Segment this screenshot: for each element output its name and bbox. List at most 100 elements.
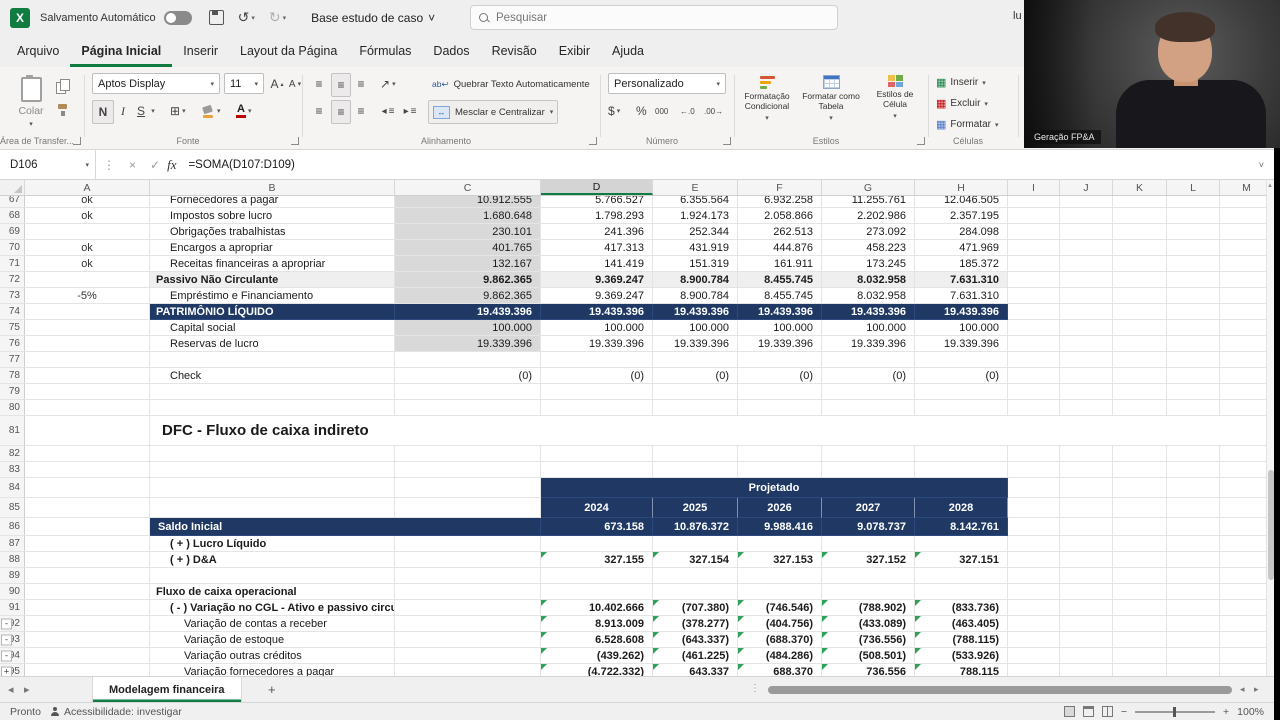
row-header-83[interactable]: 83 <box>0 462 25 478</box>
cell[interactable] <box>1008 632 1060 648</box>
cell[interactable] <box>395 352 541 368</box>
cell[interactable]: 284.098 <box>915 224 1008 240</box>
cell[interactable] <box>653 584 738 600</box>
cell[interactable] <box>25 368 150 384</box>
align-bottom-icon[interactable]: ≡ <box>352 73 370 95</box>
cell[interactable]: -5% <box>25 288 150 304</box>
cell[interactable]: 8.455.745 <box>738 272 822 288</box>
row-header-85[interactable]: 85 <box>0 498 25 518</box>
cell[interactable] <box>653 384 738 400</box>
cell[interactable] <box>1113 288 1167 304</box>
cell[interactable] <box>1167 256 1220 272</box>
cell[interactable]: 141.419 <box>541 256 653 272</box>
cell[interactable] <box>25 518 150 536</box>
column-header-I[interactable]: I <box>1008 180 1060 195</box>
row-header-80[interactable]: 80 <box>0 400 25 416</box>
cell[interactable] <box>395 632 541 648</box>
cell[interactable]: ok <box>25 256 150 272</box>
cell[interactable]: 9.078.737 <box>822 518 915 536</box>
cell[interactable]: (788.902) <box>822 600 915 616</box>
cell[interactable]: 100.000 <box>395 320 541 336</box>
cell[interactable] <box>1167 196 1220 208</box>
cell[interactable] <box>1060 400 1113 416</box>
cell[interactable] <box>541 384 653 400</box>
outline-toggle-icon[interactable]: + <box>1 666 12 676</box>
cell[interactable]: ok <box>25 196 150 208</box>
cell[interactable] <box>25 272 150 288</box>
cell[interactable] <box>738 400 822 416</box>
column-header-A[interactable]: A <box>25 180 150 195</box>
cell[interactable]: PATRIMÔNIO LÍQUIDO <box>150 304 395 320</box>
hscroll-left-icon[interactable]: ◂ <box>1240 684 1245 695</box>
cell[interactable]: 6.932.258 <box>738 196 822 208</box>
currency-button[interactable]: $ ▾ <box>608 100 620 122</box>
cell[interactable]: 262.513 <box>738 224 822 240</box>
row-header-84[interactable]: 84 <box>0 478 25 498</box>
cell[interactable]: 431.919 <box>653 240 738 256</box>
cell[interactable] <box>150 400 395 416</box>
cell[interactable] <box>1008 478 1060 498</box>
cell[interactable] <box>1008 400 1060 416</box>
cell[interactable]: 688.370 <box>738 664 822 676</box>
cell[interactable] <box>1167 616 1220 632</box>
cell[interactable] <box>1008 462 1060 478</box>
cell[interactable] <box>395 568 541 584</box>
cell[interactable] <box>541 536 653 552</box>
cell[interactable]: 19.439.396 <box>395 304 541 320</box>
cell[interactable]: 736.556 <box>822 664 915 676</box>
cell[interactable]: (484.286) <box>738 648 822 664</box>
cell[interactable] <box>25 584 150 600</box>
row-header-75[interactable]: 75 <box>0 320 25 336</box>
name-box[interactable]: D106 ▾ <box>0 150 96 179</box>
document-title[interactable]: Base estudo de caso ˅ <box>311 11 435 25</box>
cell[interactable] <box>1060 632 1113 648</box>
cell[interactable] <box>1060 584 1113 600</box>
row-header-67[interactable]: 67 <box>0 196 25 208</box>
cell[interactable] <box>1113 462 1167 478</box>
cell[interactable]: 19.339.396 <box>738 336 822 352</box>
cell[interactable]: 1.680.648 <box>395 208 541 224</box>
cell[interactable] <box>1060 272 1113 288</box>
cell[interactable] <box>1113 224 1167 240</box>
cell[interactable] <box>25 224 150 240</box>
orientation-button[interactable]: ↗ ▾ <box>380 73 396 95</box>
underline-button[interactable]: S <box>133 100 149 122</box>
cell[interactable] <box>1113 632 1167 648</box>
cell[interactable] <box>1167 288 1220 304</box>
insert-function-icon[interactable]: fx <box>167 157 176 173</box>
cell[interactable]: 2.202.986 <box>822 208 915 224</box>
cell[interactable] <box>1060 616 1113 632</box>
formula-input[interactable]: =SOMA(D107:D109) <box>188 159 294 171</box>
column-header-H[interactable]: H <box>915 180 1008 195</box>
cell[interactable]: 173.245 <box>822 256 915 272</box>
cell[interactable]: (0) <box>822 368 915 384</box>
cell[interactable] <box>395 536 541 552</box>
thousands-button[interactable]: 000 <box>655 100 668 122</box>
row-header-87[interactable]: 87 <box>0 536 25 552</box>
cell[interactable] <box>1008 518 1060 536</box>
cell[interactable] <box>1167 368 1220 384</box>
cell[interactable]: 100.000 <box>541 320 653 336</box>
cell[interactable] <box>25 616 150 632</box>
dialog-launcher-icon[interactable] <box>291 137 299 145</box>
cell[interactable]: 8.455.745 <box>738 288 822 304</box>
cell[interactable] <box>395 400 541 416</box>
save-button[interactable] <box>208 10 224 25</box>
cell[interactable]: Fornecedores a pagar <box>150 196 395 208</box>
cell[interactable] <box>541 462 653 478</box>
cell[interactable]: 6.528.608 <box>541 632 653 648</box>
row-header-88[interactable]: 88 <box>0 552 25 568</box>
cell[interactable]: 19.439.396 <box>738 304 822 320</box>
cell[interactable] <box>150 478 395 498</box>
enter-icon[interactable]: ✓ <box>150 158 160 172</box>
cell[interactable] <box>1008 288 1060 304</box>
cell[interactable] <box>1113 384 1167 400</box>
copy-button[interactable] <box>56 75 70 97</box>
row-header-95[interactable]: 95 + <box>0 664 25 676</box>
cell[interactable]: 19.439.396 <box>822 304 915 320</box>
cell[interactable] <box>915 568 1008 584</box>
align-middle-icon[interactable]: ≡ <box>331 73 351 97</box>
cell[interactable] <box>395 600 541 616</box>
row-header-71[interactable]: 71 <box>0 256 25 272</box>
cell[interactable] <box>1167 446 1220 462</box>
